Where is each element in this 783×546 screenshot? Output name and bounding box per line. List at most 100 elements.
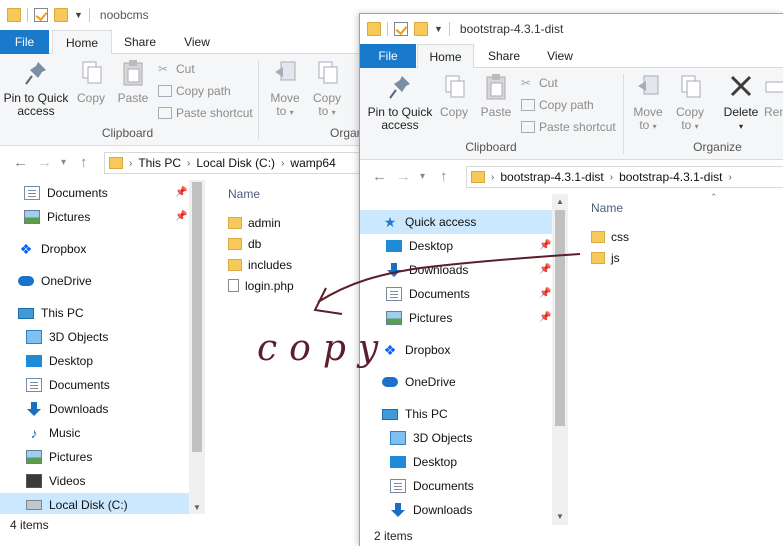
file-item-db[interactable]: db — [228, 233, 261, 254]
forward-arrow-icon[interactable]: → — [396, 168, 411, 185]
copy-path-button[interactable]: Copy path — [158, 82, 231, 100]
up-arrow-icon[interactable]: ↑ — [80, 154, 88, 171]
nav-scrollbar-thumb[interactable] — [555, 210, 565, 426]
nav-item-3d-objects[interactable]: 3D Objects — [26, 325, 192, 349]
copy-path-button[interactable]: Copy path — [521, 96, 594, 114]
customize-dropdown-icon[interactable]: ▼ — [434, 24, 443, 34]
nav-item-documents[interactable]: Documents — [390, 474, 552, 498]
breadcrumb-this-pc[interactable]: This PC — [138, 156, 181, 170]
nav-item-quick-access[interactable]: ★ Quick access — [360, 210, 552, 234]
nav-item-downloads[interactable]: Downloads — [390, 498, 552, 522]
paste-button[interactable]: Paste — [114, 58, 152, 105]
properties-icon[interactable] — [34, 8, 48, 22]
file-item-js[interactable]: js — [591, 247, 620, 268]
tab-share[interactable]: Share — [476, 44, 532, 68]
file-item-login-php[interactable]: login.php — [228, 275, 294, 296]
copy-button[interactable]: Copy — [435, 72, 473, 119]
nav-item-3d-objects[interactable]: 3D Objects — [390, 426, 552, 450]
customize-dropdown-icon[interactable]: ▼ — [74, 10, 83, 20]
tab-home[interactable]: Home — [52, 30, 112, 55]
scroll-down-arrow-icon[interactable]: ▼ — [189, 503, 205, 512]
move-to-button[interactable]: Move to ▾ — [629, 72, 667, 133]
sort-chevron-icon[interactable]: ⌃ — [710, 192, 718, 203]
scroll-down-arrow-icon[interactable]: ▼ — [552, 512, 568, 521]
nav-item-onedrive[interactable]: OneDrive — [18, 269, 192, 293]
move-to-button[interactable]: Move to ▾ — [266, 58, 304, 119]
properties-icon[interactable] — [394, 22, 408, 36]
recent-locations-chevron-icon[interactable]: ▾ — [420, 171, 425, 182]
nav-item-this-pc[interactable]: This PC — [18, 301, 192, 325]
scroll-up-arrow-icon[interactable]: ▲ — [552, 197, 568, 206]
rename-button[interactable]: Ren — [764, 72, 783, 119]
nav-item-desktop-pinned[interactable]: Desktop — [386, 234, 552, 258]
nav-item-dropbox[interactable]: ❖ Dropbox — [18, 237, 192, 261]
new-folder-icon[interactable] — [414, 22, 428, 36]
nav-item-onedrive[interactable]: OneDrive — [382, 370, 552, 394]
copy-to-button[interactable]: Copy to ▾ — [308, 58, 346, 119]
breadcrumb-separator-icon[interactable]: › — [187, 158, 190, 169]
cut-button[interactable]: ✂ Cut — [158, 60, 195, 78]
back-arrow-icon[interactable]: ← — [13, 154, 28, 171]
pin-icon[interactable]: 📌 — [539, 264, 551, 275]
new-folder-icon[interactable] — [54, 8, 68, 22]
paste-button[interactable]: Paste — [477, 72, 515, 119]
breadcrumb-bootstrap-dist[interactable]: bootstrap-4.3.1-dist — [500, 170, 603, 184]
pin-icon[interactable]: 📌 — [539, 288, 551, 299]
nav-item-documents-pinned[interactable]: Documents — [24, 181, 192, 205]
pin-to-quick-access-button[interactable]: Pin to Quick access — [2, 58, 70, 118]
copy-to-button[interactable]: Copy to ▾ — [671, 72, 709, 133]
nav-item-desktop[interactable]: Desktop — [390, 450, 552, 474]
pin-icon[interactable]: 📌 — [175, 211, 187, 222]
file-item-css[interactable]: css — [591, 226, 629, 247]
pin-icon[interactable]: 📌 — [175, 187, 187, 198]
breadcrumb-separator-icon[interactable]: › — [129, 158, 132, 169]
breadcrumb-separator-icon[interactable]: › — [610, 172, 613, 183]
nav-item-documents-pinned[interactable]: Documents — [386, 282, 552, 306]
nav-item-videos[interactable]: Videos — [26, 469, 192, 493]
column-header-name[interactable]: Name — [591, 201, 623, 215]
folder-icon — [591, 251, 605, 264]
nav-item-pictures[interactable]: Pictures — [26, 445, 192, 469]
nav-scrollbar-thumb[interactable] — [192, 182, 202, 452]
tab-file[interactable]: File — [0, 30, 49, 54]
breadcrumb-separator-icon[interactable]: › — [281, 158, 284, 169]
delete-button[interactable]: Delete ▾ — [720, 72, 762, 133]
nav-item-downloads-pinned[interactable]: Downloads — [386, 258, 552, 282]
forward-arrow-icon[interactable]: → — [37, 154, 52, 171]
copy-button[interactable]: Copy — [72, 58, 110, 105]
nav-item-pictures-pinned[interactable]: Pictures — [386, 306, 552, 330]
recent-locations-chevron-icon[interactable]: ▾ — [61, 157, 66, 168]
nav-scrollbar[interactable]: ▲ ▼ — [552, 194, 568, 525]
paste-shortcut-button[interactable]: Paste shortcut — [158, 104, 253, 122]
nav-item-pictures-pinned[interactable]: Pictures — [24, 205, 192, 229]
nav-item-desktop[interactable]: Desktop — [26, 349, 192, 373]
tab-share[interactable]: Share — [112, 30, 168, 54]
column-header-name[interactable]: Name — [228, 187, 260, 201]
tab-home[interactable]: Home — [417, 44, 474, 69]
up-arrow-icon[interactable]: ↑ — [440, 168, 448, 185]
paste-shortcut-button[interactable]: Paste shortcut — [521, 118, 616, 136]
pin-icon[interactable]: 📌 — [539, 240, 551, 251]
cut-button[interactable]: ✂ Cut — [521, 74, 558, 92]
breadcrumb-separator-icon[interactable]: › — [491, 172, 494, 183]
breadcrumb-separator-icon[interactable]: › — [728, 172, 731, 183]
nav-scrollbar[interactable]: ▼ — [189, 180, 205, 518]
nav-item-documents[interactable]: Documents — [26, 373, 192, 397]
tab-view[interactable]: View — [534, 44, 586, 68]
nav-item-dropbox[interactable]: ❖ Dropbox — [382, 338, 552, 362]
nav-item-music[interactable]: ♪ Music — [26, 421, 192, 445]
nav-item-this-pc[interactable]: This PC — [382, 402, 552, 426]
breadcrumb-bootstrap-dist-inner[interactable]: bootstrap-4.3.1-dist — [619, 170, 722, 184]
file-item-includes[interactable]: includes — [228, 254, 292, 275]
file-item-admin[interactable]: admin — [228, 212, 281, 233]
breadcrumb-wamp64[interactable]: wamp64 — [290, 156, 335, 170]
pin-to-quick-access-button[interactable]: Pin to Quick access — [364, 72, 436, 132]
address-box[interactable]: › This PC › Local Disk (C:) › wamp64 — [104, 152, 364, 174]
tab-view[interactable]: View — [170, 30, 224, 54]
tab-file[interactable]: File — [360, 44, 416, 68]
pin-icon[interactable]: 📌 — [539, 312, 551, 323]
nav-item-downloads[interactable]: Downloads — [26, 397, 192, 421]
back-arrow-icon[interactable]: ← — [372, 168, 387, 185]
breadcrumb-local-disk[interactable]: Local Disk (C:) — [196, 156, 275, 170]
address-box[interactable]: › bootstrap-4.3.1-dist › bootstrap-4.3.1… — [466, 166, 783, 188]
